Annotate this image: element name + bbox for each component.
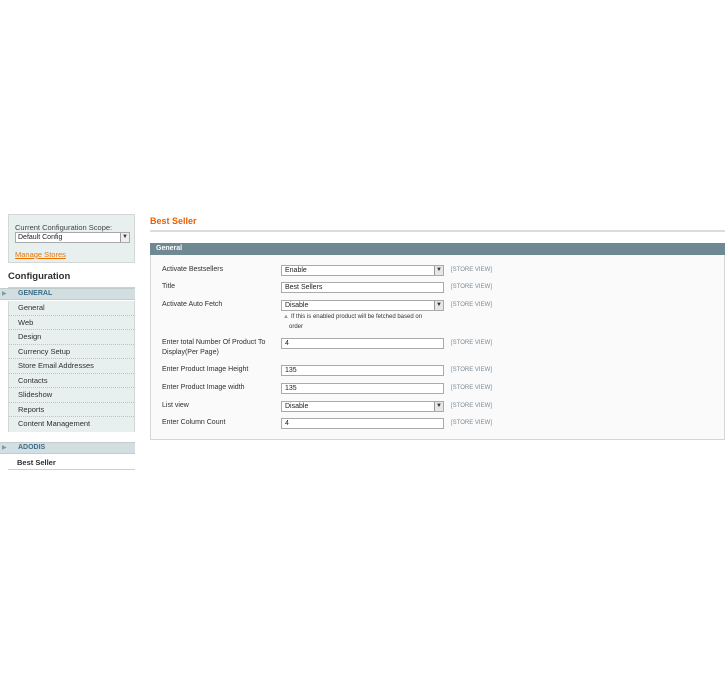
image-width-input[interactable]: 135: [281, 383, 444, 394]
scope-select-value: Default Config: [18, 234, 63, 241]
activate-auto-fetch-select[interactable]: Disable ▼: [281, 300, 444, 311]
label-activate-bestsellers: Activate Bestsellers: [162, 266, 224, 273]
activate-auto-fetch-value: Disable: [285, 302, 309, 309]
title-divider: [150, 230, 725, 232]
list-view-value: Disable: [285, 403, 309, 410]
image-height-input[interactable]: 135: [281, 365, 444, 376]
sidebar-item-store-email-addresses[interactable]: Store Email Addresses: [9, 359, 134, 374]
scope-switcher: Current Configuration Scope: Default Con…: [8, 214, 135, 263]
store-view-tag: [STORE VIEW]: [451, 302, 492, 308]
bullet-icon: ▲: [283, 314, 289, 320]
store-view-tag: [STORE VIEW]: [451, 340, 492, 346]
label-products-per-page-line1: Enter total Number Of Product To: [162, 339, 266, 346]
triangle-right-icon: ▶: [2, 291, 7, 297]
sidebar-item-best-seller[interactable]: Best Seller: [8, 455, 135, 470]
triangle-right-icon: ▶: [2, 445, 7, 451]
label-image-width: Enter Product Image width: [162, 384, 245, 391]
store-view-tag: [STORE VIEW]: [451, 403, 492, 409]
general-nav-list: General Web Design Currency Setup Store …: [8, 301, 135, 432]
activate-bestsellers-select[interactable]: Enable ▼: [281, 265, 444, 276]
auto-fetch-hint-line2: order: [289, 324, 304, 330]
label-image-height: Enter Product Image Height: [162, 366, 249, 373]
page-title: Best Seller: [150, 216, 197, 226]
sidebar-item-web[interactable]: Web: [9, 316, 134, 330]
label-activate-auto-fetch: Activate Auto Fetch: [162, 301, 223, 308]
activate-bestsellers-value: Enable: [285, 267, 307, 274]
label-products-per-page-line2: Display(Per Page): [162, 349, 219, 356]
chevron-down-icon[interactable]: ▼: [120, 233, 129, 242]
sidebar-item-general[interactable]: General: [9, 301, 134, 316]
store-view-tag: [STORE VIEW]: [451, 367, 492, 373]
store-view-tag: [STORE VIEW]: [451, 284, 492, 290]
configuration-title: Configuration: [8, 264, 135, 288]
auto-fetch-hint-line1: If this is enabled product will be fetch…: [290, 314, 423, 320]
sidebar-item-content-management[interactable]: Content Management: [9, 417, 134, 432]
sidebar-item-design[interactable]: Design: [9, 330, 134, 345]
store-view-tag: [STORE VIEW]: [451, 385, 492, 391]
chevron-down-icon[interactable]: ▼: [434, 266, 443, 275]
label-column-count: Enter Column Count: [162, 419, 226, 426]
sidebar-item-slideshow[interactable]: Slideshow: [9, 388, 134, 403]
sidebar-item-reports[interactable]: Reports: [9, 403, 134, 417]
chevron-down-icon[interactable]: ▼: [434, 301, 443, 310]
scope-select[interactable]: Default Config ▼: [15, 232, 130, 243]
sidebar-item-contacts[interactable]: Contacts: [9, 374, 134, 388]
column-count-input[interactable]: 4: [281, 418, 444, 429]
section-adodis[interactable]: ▶ ADODIS: [0, 442, 135, 454]
list-view-select[interactable]: Disable ▼: [281, 401, 444, 412]
section-general-label: GENERAL: [18, 290, 53, 297]
fieldset-general-header[interactable]: General: [150, 243, 725, 255]
chevron-down-icon[interactable]: ▼: [434, 402, 443, 411]
label-title: Title: [162, 283, 175, 290]
section-general[interactable]: ▶ GENERAL: [0, 288, 135, 300]
scope-label: Current Configuration Scope:: [15, 223, 113, 232]
label-list-view: List view: [162, 402, 189, 409]
section-adodis-label: ADODIS: [18, 444, 46, 451]
products-per-page-input[interactable]: 4: [281, 338, 444, 349]
sidebar-item-currency-setup[interactable]: Currency Setup: [9, 345, 134, 359]
title-input[interactable]: Best Sellers: [281, 282, 444, 293]
manage-stores-link[interactable]: Manage Stores: [15, 250, 66, 259]
store-view-tag: [STORE VIEW]: [451, 267, 492, 273]
store-view-tag: [STORE VIEW]: [451, 420, 492, 426]
auto-fetch-hint: ▲ If this is enabled product will be fetc…: [283, 312, 422, 322]
